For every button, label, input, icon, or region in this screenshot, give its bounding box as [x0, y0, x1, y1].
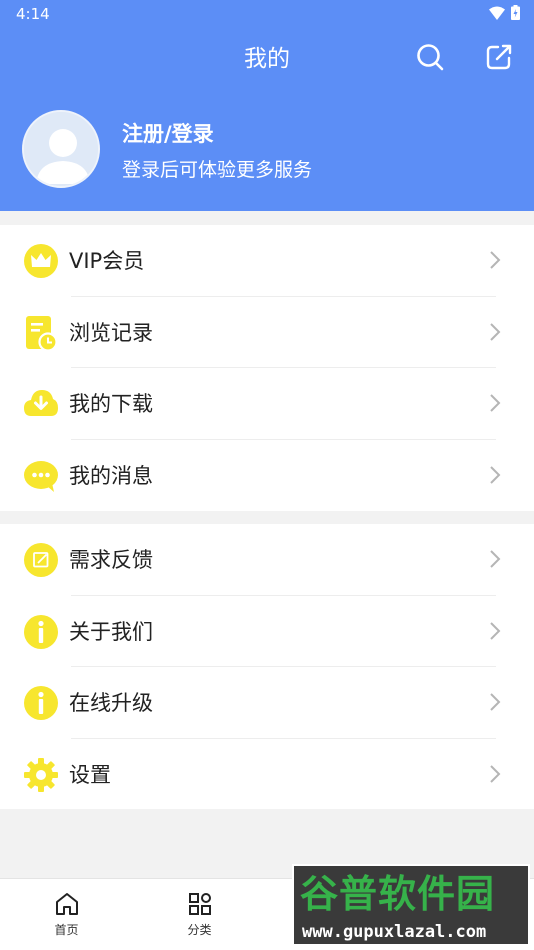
menu-item-upgrade[interactable]: 在线升级: [0, 667, 534, 739]
header-bar: 4:14 我的 注册/登录 登录后可体验更多服务: [0, 0, 534, 211]
search-button[interactable]: [415, 42, 445, 72]
chevron-right-icon: [488, 691, 502, 713]
menu-item-label: 设置: [69, 762, 111, 787]
menu-item-downloads[interactable]: 我的下载: [0, 368, 534, 440]
chevron-right-icon: [488, 392, 502, 414]
menu-item-messages[interactable]: 我的消息: [0, 440, 534, 512]
status-time: 4:14: [16, 5, 50, 23]
menu-item-label: 我的消息: [69, 463, 153, 488]
tab-label: 首页: [54, 923, 79, 937]
avatar[interactable]: [22, 110, 100, 188]
chevron-right-icon: [488, 249, 502, 271]
status-bar: 4:14: [0, 0, 534, 28]
home-icon: [54, 891, 80, 917]
category-icon: [187, 891, 213, 917]
wifi-icon: [489, 6, 505, 20]
share-button[interactable]: [484, 42, 514, 72]
tab-label: 分类: [187, 923, 212, 937]
watermark-logo: 谷普软件园 www.gupuxlazal.com: [292, 864, 530, 946]
menu-item-settings[interactable]: 设置: [0, 739, 534, 811]
profile-login-area[interactable]: 注册/登录 登录后可体验更多服务: [22, 110, 502, 190]
history-icon: [23, 315, 59, 351]
menu-item-feedback[interactable]: 需求反馈: [0, 524, 534, 596]
menu-item-label: 需求反馈: [69, 548, 153, 572]
menu-item-label: 关于我们: [69, 619, 153, 644]
crown-icon: [23, 243, 59, 279]
chevron-right-icon: [488, 763, 502, 785]
menu-item-label: 我的下载: [69, 392, 153, 416]
menu-item-vip[interactable]: VIP会员: [0, 225, 534, 297]
chevron-right-icon: [488, 620, 502, 642]
menu-item-history[interactable]: 浏览记录: [0, 297, 534, 368]
menu-item-label: VIP会员: [69, 249, 145, 273]
chevron-right-icon: [488, 464, 502, 486]
download-icon: [23, 386, 59, 422]
page-title: 我的: [244, 46, 290, 72]
menu-group-account: VIP会员 浏览记录 我的下载 我的消息: [0, 225, 534, 511]
message-icon: [23, 458, 59, 494]
search-icon: [417, 44, 444, 71]
login-title[interactable]: 注册/登录: [122, 118, 214, 148]
feedback-icon: [23, 542, 59, 578]
chevron-right-icon: [488, 321, 502, 343]
menu-group-system: 需求反馈 关于我们 在线升级 设置: [0, 524, 534, 809]
login-subtitle: 登录后可体验更多服务: [122, 159, 313, 181]
tab-category[interactable]: 分类: [133, 879, 266, 950]
menu-item-label: 浏览记录: [69, 320, 153, 345]
chevron-right-icon: [488, 548, 502, 570]
menu-item-about[interactable]: 关于我们: [0, 596, 534, 667]
menu-item-label: 在线升级: [69, 691, 153, 715]
info-icon: [23, 685, 59, 721]
info-icon: [23, 614, 59, 650]
share-icon: [486, 44, 512, 70]
status-icons: [489, 5, 520, 20]
watermark-logo-text: 谷普软件园: [300, 872, 496, 916]
gear-icon: [23, 757, 59, 793]
default-avatar-icon: [24, 112, 98, 186]
tab-home[interactable]: 首页: [0, 879, 133, 950]
battery-icon: [511, 5, 520, 20]
watermark-url: www.gupuxlazal.com: [302, 922, 487, 942]
